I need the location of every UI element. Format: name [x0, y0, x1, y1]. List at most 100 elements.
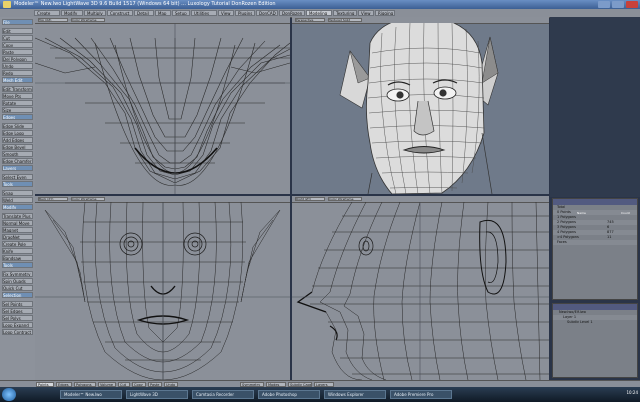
minimize-button[interactable] [598, 1, 610, 8]
side-wireframe [292, 201, 549, 380]
taskbar-button[interactable]: LightWave 3D [126, 390, 188, 399]
toolbar-group-header: Selection [2, 292, 33, 298]
stats-row-count: 6 [607, 225, 610, 229]
toolbar-button[interactable]: Loop Expand [2, 322, 33, 328]
right-panel-area [550, 17, 640, 197]
toolbar-button[interactable]: Size [2, 107, 33, 113]
toolbar-button[interactable]: Edge Chamfer [2, 158, 33, 164]
toolbar-group-header: Layers [2, 165, 33, 171]
maximize-button[interactable] [612, 1, 624, 8]
menu-tab[interactable]: Multiply [84, 10, 106, 16]
viewport-right[interactable]: Right (ZY) Color Wireframe [292, 196, 549, 380]
taskbar-button[interactable]: Windows Explorer [324, 390, 386, 399]
menu-tab[interactable]: Modeling [306, 10, 332, 16]
menu-tab[interactable]: Utilities [191, 10, 217, 16]
stats-row[interactable]: Faces [553, 240, 637, 245]
toolbar-button[interactable]: Rotate [2, 100, 33, 106]
toolbar-group-header: File [2, 19, 33, 25]
toolbar-button[interactable]: Sel Edges [2, 308, 33, 314]
stats-row-count: 745 [607, 220, 614, 224]
toolbar-group-header: Mesh Edit [2, 77, 33, 83]
toolbar-button[interactable]: Fix Symmetry [2, 271, 33, 277]
taskbar-button[interactable]: Adobe Photoshop [258, 390, 320, 399]
toolbar-button[interactable]: Quick Cut [2, 285, 33, 291]
menu-tab[interactable]: Texturing [333, 10, 357, 16]
toolbar-button[interactable]: Weld [2, 197, 33, 203]
toolbar-button[interactable]: Bandsaw [2, 255, 33, 261]
front-wireframe [35, 201, 290, 380]
app-icon [3, 1, 11, 8]
toolbar-button[interactable]: Smooth [2, 151, 33, 157]
layers-panel: New.lwo/Elf.lwo Layer 1 Subdiv Level 1 [552, 303, 638, 378]
toolbar-button[interactable]: Edge Bevel [2, 144, 33, 150]
menu-tab[interactable]: Create [34, 10, 60, 16]
toolbar-button[interactable]: Snap [2, 190, 33, 196]
clock: 10:24 [626, 390, 638, 395]
menu-tab[interactable]: View [218, 10, 234, 16]
toolbar-button[interactable]: Del Polygon [2, 56, 33, 62]
menu-tab[interactable]: Map [155, 10, 171, 16]
toolbar-button[interactable]: Translate Plus [2, 213, 33, 219]
view-type-select[interactable]: Back (XY) [38, 197, 68, 201]
render-mode-select[interactable]: Textured Solid [328, 18, 362, 22]
taskbar-button[interactable]: Camtasia Recorder [192, 390, 254, 399]
start-button[interactable] [2, 388, 16, 401]
perspective-head-shaded [339, 17, 499, 194]
taskbar-button[interactable]: Adobe Premiere Pro [390, 390, 452, 399]
menu-tab[interactable]: DonCAD [256, 10, 278, 16]
menu-tab[interactable]: Setup [172, 10, 190, 16]
close-button[interactable] [626, 1, 638, 8]
toolbar-button[interactable]: Paste [2, 49, 33, 55]
stats-row-name: Faces [557, 240, 567, 244]
stats-row-count: 11 [607, 235, 612, 239]
toolbar-button[interactable]: Edit Transform [2, 86, 33, 92]
menu-tab[interactable]: Construct [107, 10, 133, 16]
menu-tab[interactable]: Detail [134, 10, 154, 16]
view-type-select[interactable]: Right (ZY) [295, 197, 325, 201]
render-mode-select[interactable]: Color Wireframe [328, 197, 362, 201]
toolbar-button[interactable]: Redo [2, 70, 33, 76]
view-type-select[interactable]: Top (XZ) [38, 18, 68, 22]
toolbar-group-header: Edges [2, 114, 33, 120]
viewport-top[interactable]: Top (XZ) Color Wireframe [35, 17, 290, 194]
toolbar-button[interactable]: DragNet [2, 234, 33, 240]
toolbar-button[interactable]: Edit [2, 28, 33, 34]
render-mode-select[interactable]: Color Wireframe [71, 197, 105, 201]
menu-tab[interactable]: Rigging [375, 10, 395, 16]
layer-row[interactable]: Subdiv Level 1 [553, 320, 637, 325]
taskbar-button[interactable]: Modeler™ New.lwo [60, 390, 122, 399]
menu-tab[interactable]: Modify [61, 10, 83, 16]
stats-row-count: 877 [607, 230, 614, 234]
menu-tab[interactable]: Plugins [235, 10, 255, 16]
top-wireframe [35, 23, 290, 194]
toolbar-button[interactable]: Loop Contract [2, 329, 33, 335]
left-toolbar: File Edit Cut Copy Paste Del Polygon Undo Redo M… [0, 17, 35, 380]
window-title: Modeler™ New.lwo LightWave 3D 9.6 Build … [14, 1, 276, 7]
toolbar-button[interactable]: Edge Slide [2, 123, 33, 129]
toolbar-group-header: Modify [2, 204, 33, 210]
toolbar-button[interactable]: Edge Loop [2, 130, 33, 136]
toolbar-button[interactable]: Copy [2, 42, 33, 48]
render-mode-select[interactable]: Color Wireframe [71, 18, 105, 22]
toolbar-button[interactable]: Sel Polys [2, 315, 33, 321]
toolbar-button[interactable]: Select Even [2, 174, 33, 180]
toolbar-button[interactable]: Normal Move [2, 220, 33, 226]
title-bar: Modeler™ New.lwo LightWave 3D 9.6 Build … [0, 0, 640, 9]
toolbar-group-header: Tools [2, 262, 33, 268]
menu-tab[interactable]: DonRozen [279, 10, 305, 16]
viewport-perspective[interactable]: Perspective Textured Solid [292, 17, 549, 194]
toolbar-group-header: Tools [2, 181, 33, 187]
toolbar-button[interactable]: Sel Points [2, 301, 33, 307]
toolbar-button[interactable]: Spin Quads [2, 278, 33, 284]
menu-tab[interactable]: View [358, 10, 374, 16]
toolbar-button[interactable]: Undo [2, 63, 33, 69]
toolbar-button[interactable]: Move Pts [2, 93, 33, 99]
toolbar-button[interactable]: Knife [2, 248, 33, 254]
toolbar-button[interactable]: Cut [2, 35, 33, 41]
toolbar-button[interactable]: Magnet [2, 227, 33, 233]
viewport-back[interactable]: Back (XY) Color Wireframe [35, 196, 290, 380]
toolbar-button[interactable]: Create Pole [2, 241, 33, 247]
view-type-select[interactable]: Perspective [295, 18, 325, 22]
windows-taskbar: Modeler™ New.lwo LightWave 3D Camtasia Rec… [0, 387, 640, 402]
toolbar-button[interactable]: Add Edges [2, 137, 33, 143]
